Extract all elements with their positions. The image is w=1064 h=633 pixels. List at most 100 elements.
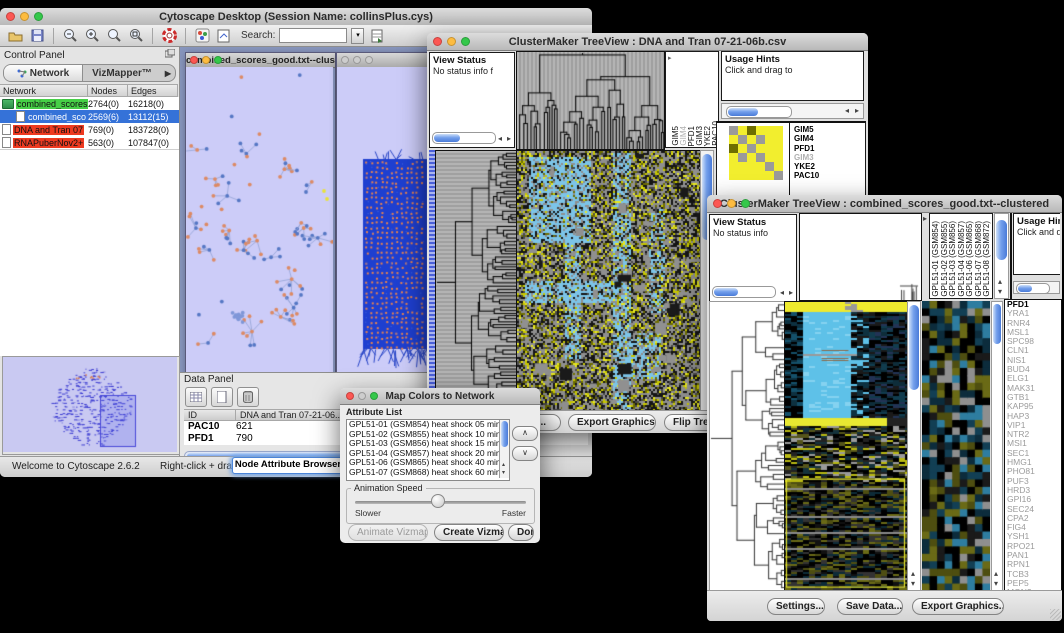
- create-vizmap-button[interactable]: Create Vizmap: [434, 524, 504, 541]
- zoom-window-button[interactable]: [741, 199, 750, 208]
- network-canvas-2[interactable]: [337, 67, 435, 372]
- gene-label[interactable]: GIM3: [792, 153, 862, 162]
- matrix-cell[interactable]: [765, 126, 774, 135]
- zoom-window-button[interactable]: [370, 392, 378, 400]
- expand-icon[interactable]: ▸: [668, 54, 672, 62]
- search-dropdown-arrow[interactable]: ▾: [351, 28, 364, 44]
- network-table-row[interactable]: RNAPuberNov2+563(0)107847(0): [0, 136, 179, 149]
- view-status-hscrollbar[interactable]: [432, 132, 496, 144]
- frame-minimize-button[interactable]: [202, 56, 210, 64]
- node-attribute-browser-tab[interactable]: Node Attribute Browser: [232, 457, 344, 474]
- close-button[interactable]: [346, 392, 354, 400]
- frame1-title-bar[interactable]: combined_scores_good.txt--cluste...: [186, 53, 335, 68]
- attribute-list-vscrollbar[interactable]: ▴ ▾: [499, 420, 509, 478]
- correlation-matrix[interactable]: [729, 126, 783, 180]
- scroll-down-icon[interactable]: ▾: [998, 288, 1002, 296]
- main-title-bar[interactable]: Cytoscape Desktop (Session Name: collins…: [0, 8, 592, 26]
- zoom-window-button[interactable]: [461, 37, 470, 46]
- treeview1-title-bar[interactable]: ClusterMaker TreeView : DNA and Tran 07-…: [427, 33, 868, 51]
- matrix-cell[interactable]: [756, 135, 765, 144]
- treeview2-title-bar[interactable]: ClusterMaker TreeView : combined_scores_…: [707, 195, 1062, 213]
- row-dendrogram-canvas[interactable]: [435, 150, 517, 411]
- zoom-fit-icon[interactable]: [127, 27, 145, 44]
- matrix-cell[interactable]: [774, 126, 783, 135]
- matrix-cell[interactable]: [747, 171, 756, 180]
- scroll-up-icon[interactable]: ▴: [998, 278, 1002, 286]
- matrix-cell[interactable]: [738, 126, 747, 135]
- matrix-cell[interactable]: [765, 144, 774, 153]
- scroll-right-icon[interactable]: ▸: [855, 107, 859, 115]
- vizmapper-icon[interactable]: [193, 27, 211, 44]
- zoom-out-icon[interactable]: [61, 27, 79, 44]
- matrix-cell[interactable]: [774, 153, 783, 162]
- open-file-icon[interactable]: [6, 27, 24, 44]
- export-graphics-button[interactable]: Export Graphics...: [912, 598, 1004, 615]
- treeview1-global-hscrollbar[interactable]: ◂ ▸: [721, 103, 864, 119]
- new-attribute-icon[interactable]: [211, 387, 233, 407]
- network-table-row[interactable]: DNA and Tran 07769(0)183728(0): [0, 123, 179, 136]
- matrix-cell[interactable]: [774, 171, 783, 180]
- scroll-right-icon[interactable]: ▸: [507, 135, 511, 143]
- network-table-row[interactable]: combined_scores2764(0)16218(0): [0, 97, 179, 110]
- gene-label[interactable]: PAC10: [792, 171, 862, 180]
- close-button[interactable]: [6, 12, 15, 21]
- dialog-title-bar[interactable]: Map Colors to Network: [340, 388, 540, 405]
- matrix-cell[interactable]: [774, 144, 783, 153]
- matrix-cell[interactable]: [729, 144, 738, 153]
- gene-label[interactable]: YKE2: [792, 162, 862, 171]
- column-dendrogram-canvas[interactable]: [516, 51, 665, 150]
- matrix-cell[interactable]: [756, 126, 765, 135]
- zoom-heatmap-canvas[interactable]: [922, 301, 990, 591]
- close-button[interactable]: [713, 199, 722, 208]
- heatmap-canvas[interactable]: [516, 150, 701, 411]
- matrix-cell[interactable]: [747, 144, 756, 153]
- matrix-cell[interactable]: [747, 162, 756, 171]
- scroll-up-icon[interactable]: ▴: [911, 570, 915, 578]
- scroll-left-icon[interactable]: ◂: [498, 135, 502, 143]
- tab-overflow-arrow[interactable]: ▶: [161, 69, 175, 78]
- matrix-cell[interactable]: [765, 162, 774, 171]
- matrix-cell[interactable]: [756, 162, 765, 171]
- matrix-cell[interactable]: [765, 153, 774, 162]
- scroll-down-icon[interactable]: ▾: [994, 580, 998, 588]
- import-table-icon[interactable]: [368, 27, 386, 44]
- column-label[interactable]: GPL51-06 (GSM865): [966, 221, 974, 297]
- close-button[interactable]: [433, 37, 442, 46]
- scroll-up-icon[interactable]: ▴: [994, 570, 998, 578]
- frame-zoom-button[interactable]: [365, 56, 373, 64]
- matrix-cell[interactable]: [738, 171, 747, 180]
- resize-grip[interactable]: [1050, 609, 1061, 620]
- scroll-down-icon[interactable]: ▾: [502, 469, 505, 477]
- select-attributes-icon[interactable]: [185, 387, 207, 407]
- matrix-cell[interactable]: [729, 135, 738, 144]
- matrix-cell[interactable]: [756, 153, 765, 162]
- view-status-hscrollbar[interactable]: [712, 286, 776, 298]
- matrix-cell[interactable]: [729, 162, 738, 171]
- frame-minimize-button[interactable]: [353, 56, 361, 64]
- column-label[interactable]: GPL51-08 (GSM872): [983, 221, 991, 297]
- gene-label[interactable]: GIM5: [792, 125, 862, 134]
- matrix-cell[interactable]: [747, 126, 756, 135]
- heatmap-canvas[interactable]: [784, 301, 908, 591]
- row-dendrogram-canvas[interactable]: [709, 301, 785, 591]
- matrix-cell[interactable]: [738, 135, 747, 144]
- network-overview-panel[interactable]: [2, 356, 180, 455]
- network-table-row[interactable]: combined_sco2569(6)13112(15): [0, 110, 179, 123]
- minimize-button[interactable]: [447, 37, 456, 46]
- zoom-in-icon[interactable]: [83, 27, 101, 44]
- tab-vizmapper[interactable]: VizMapper™: [83, 65, 161, 81]
- zoom-actual-icon[interactable]: [105, 27, 123, 44]
- gene-label[interactable]: GIM4: [792, 134, 862, 143]
- matrix-cell[interactable]: [738, 162, 747, 171]
- search-input[interactable]: [279, 28, 347, 43]
- frame2-title-bar[interactable]: [337, 53, 437, 68]
- scroll-right-icon[interactable]: ▸: [789, 289, 793, 297]
- tab-network[interactable]: Network: [4, 65, 83, 81]
- matrix-cell[interactable]: [774, 162, 783, 171]
- annotation-icon[interactable]: [215, 27, 233, 44]
- move-down-button[interactable]: ∨: [512, 446, 538, 461]
- matrix-cell[interactable]: [774, 135, 783, 144]
- network-overview-canvas[interactable]: [3, 357, 177, 452]
- done-button[interactable]: Done: [508, 524, 534, 541]
- matrix-cell[interactable]: [729, 126, 738, 135]
